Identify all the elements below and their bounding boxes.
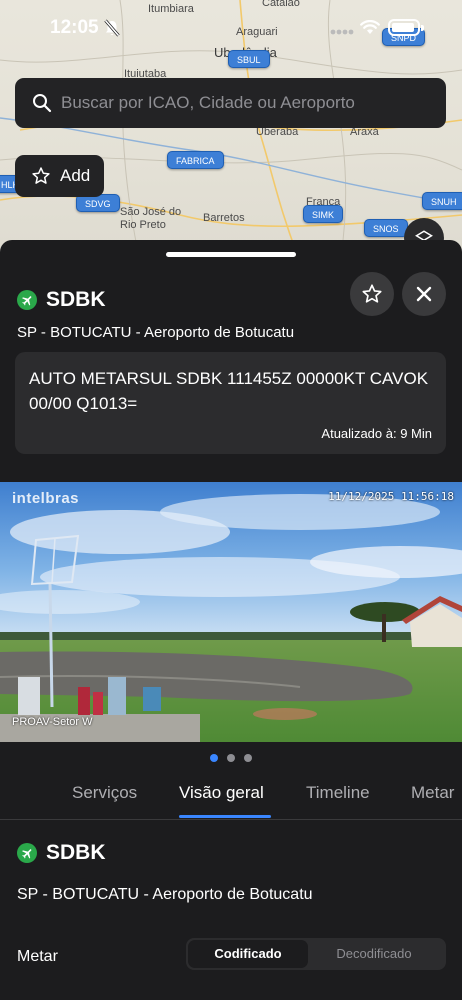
segment-codificado[interactable]: Codificado bbox=[188, 940, 308, 968]
airport-marker[interactable]: SIMK bbox=[303, 205, 344, 223]
close-button[interactable] bbox=[402, 272, 446, 316]
tab-visao-geral[interactable]: Visão geral bbox=[179, 783, 264, 803]
detail-tabs: Serviços Visão geral Timeline Metar bbox=[0, 768, 462, 820]
airport-marker[interactable]: SNOS bbox=[364, 219, 408, 237]
metar-section-label: Metar bbox=[17, 948, 58, 965]
favorite-button[interactable] bbox=[350, 272, 394, 316]
airport-detail-sheet: SDBK SP - BOTUCATU - Aeroporto de Botuca… bbox=[0, 240, 462, 1000]
star-icon bbox=[32, 167, 50, 184]
airport-camera-image[interactable]: intelbras 11/12/2025 11:56:18 PROAV-Seto… bbox=[0, 482, 462, 742]
metar-updated: Atualizado à: 9 Min bbox=[321, 426, 432, 441]
overview-icao: SDBK bbox=[46, 841, 106, 864]
search-bar[interactable] bbox=[15, 78, 446, 128]
metar-format-segment: Codificado Decodificado bbox=[186, 938, 446, 970]
pager-dot[interactable] bbox=[210, 754, 218, 762]
map-place-label: São José do Rio Preto bbox=[120, 206, 182, 231]
search-input[interactable] bbox=[61, 93, 431, 113]
map-place-label: Barretos bbox=[203, 212, 245, 224]
tab-metar[interactable]: Metar bbox=[411, 783, 454, 803]
camera-label: PROAV-Setor W bbox=[12, 716, 93, 728]
camera-pager[interactable] bbox=[0, 754, 462, 762]
active-tab-indicator bbox=[179, 815, 271, 818]
airport-marker[interactable]: SNUH bbox=[422, 192, 462, 210]
battery-icon bbox=[388, 19, 424, 36]
airport-name: SP - BOTUCATU - Aeroporto de Botucatu bbox=[17, 324, 295, 341]
close-icon bbox=[416, 286, 432, 302]
airplane-icon bbox=[21, 295, 31, 305]
tab-servicos[interactable]: Serviços bbox=[72, 783, 137, 803]
add-button-label: Add bbox=[60, 166, 91, 185]
silent-bell-icon bbox=[104, 19, 120, 37]
pager-dot[interactable] bbox=[244, 754, 252, 762]
camera-brand: intelbras bbox=[12, 490, 80, 507]
camera-scene bbox=[0, 482, 462, 742]
pager-dot[interactable] bbox=[227, 754, 235, 762]
add-favorite-button[interactable]: Add bbox=[15, 155, 104, 197]
airport-status-icon bbox=[17, 843, 37, 863]
airport-marker[interactable]: FABRICA bbox=[167, 151, 224, 169]
camera-timestamp: 11/12/2025 11:56:18 bbox=[328, 490, 454, 503]
search-icon bbox=[33, 94, 52, 113]
status-bar: 12:05 bbox=[0, 0, 462, 56]
metar-raw-text: AUTO METARSUL SDBK 111455Z 00000KT CAVOK… bbox=[29, 369, 429, 413]
signal-dots-icon bbox=[330, 29, 354, 35]
sheet-grabber[interactable] bbox=[166, 252, 296, 257]
wifi-icon bbox=[360, 20, 380, 34]
airplane-icon bbox=[21, 848, 31, 858]
airport-status-icon bbox=[17, 290, 37, 310]
star-icon bbox=[362, 284, 382, 303]
overview-airport-name: SP - BOTUCATU - Aeroporto de Botucatu bbox=[17, 886, 313, 903]
metar-card: AUTO METARSUL SDBK 111455Z 00000KT CAVOK… bbox=[15, 352, 446, 454]
segment-decodificado[interactable]: Decodificado bbox=[314, 940, 434, 968]
tab-timeline[interactable]: Timeline bbox=[306, 783, 370, 803]
status-time: 12:05 bbox=[50, 17, 99, 38]
airport-icao: SDBK bbox=[46, 288, 106, 311]
